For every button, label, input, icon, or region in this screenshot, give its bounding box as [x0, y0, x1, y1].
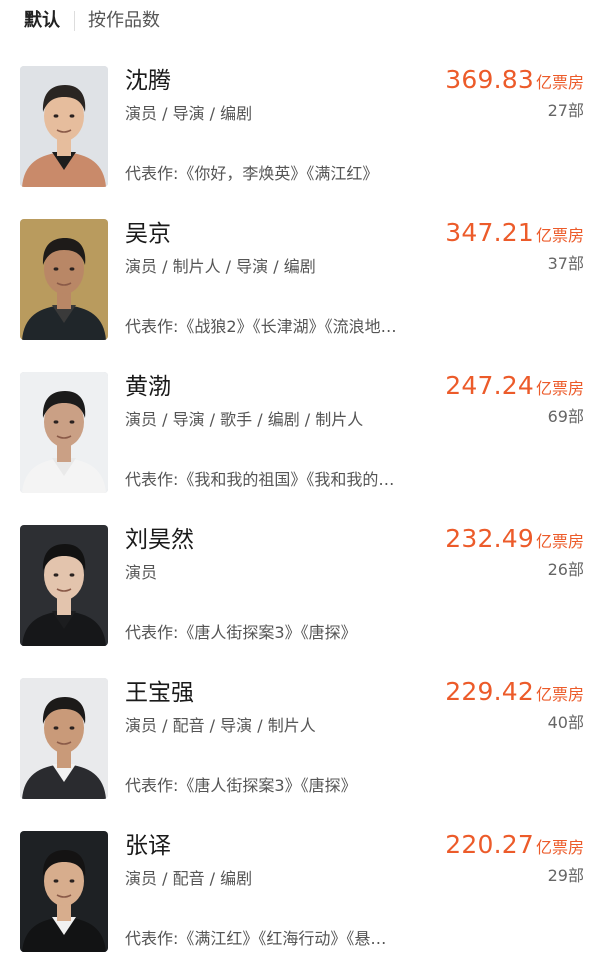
box-office-unit: 亿票房 [535, 532, 584, 551]
film-count: 69部 [547, 407, 584, 426]
portrait-image [20, 219, 108, 340]
person-name: 吴京 [125, 221, 171, 247]
person-avatar[interactable] [20, 372, 108, 493]
box-office-total: 220.27 亿票房 [445, 829, 584, 864]
person-avatar[interactable] [20, 831, 108, 952]
box-office-unit: 亿票房 [535, 226, 584, 245]
box-office-total: 229.42 亿票房 [445, 676, 584, 711]
box-office-unit: 亿票房 [535, 73, 584, 92]
person-representative-works: 代表作:《战狼2》《长津湖》《流浪地球》 [125, 317, 397, 336]
person-representative-works: 代表作:《我和我的祖国》《我和我的家乡》 [125, 470, 397, 489]
tab-divider [74, 11, 75, 31]
box-office-value: 220.27 [445, 830, 534, 859]
box-office-value: 232.49 [445, 524, 534, 553]
person-roles: 演员 / 配音 / 编剧 [125, 869, 253, 888]
portrait-image [20, 372, 108, 493]
person-name: 黄渤 [125, 374, 171, 400]
person-avatar[interactable] [20, 66, 108, 187]
person-representative-works: 代表作:《唐人街探案3》《唐探》 [125, 776, 357, 795]
tab-by-work-count[interactable]: 按作品数 [88, 0, 160, 42]
portrait-image [20, 678, 108, 799]
box-office-total: 247.24 亿票房 [445, 370, 584, 405]
box-office-total: 347.21 亿票房 [445, 217, 584, 252]
person-row-3[interactable]: 黄渤 演员 / 导演 / 歌手 / 编剧 / 制片人 代表作:《我和我的祖国》《… [0, 348, 604, 501]
box-office-unit: 亿票房 [535, 685, 584, 704]
person-representative-works: 代表作:《满江红》《红海行动》《悬崖之上》 [125, 929, 397, 948]
box-office-value: 369.83 [445, 65, 534, 94]
person-name: 张译 [125, 833, 171, 859]
film-count: 37部 [547, 254, 584, 273]
person-roles: 演员 [125, 563, 158, 582]
box-office-value: 347.21 [445, 218, 534, 247]
person-avatar[interactable] [20, 219, 108, 340]
film-count: 27部 [547, 101, 584, 120]
person-representative-works: 代表作:《你好，李焕英》《满江红》 [125, 164, 379, 183]
tab-default[interactable]: 默认 [24, 0, 60, 42]
person-row-4[interactable]: 刘昊然 演员 代表作:《唐人街探案3》《唐探》 232.49 亿票房 26部 [0, 501, 604, 654]
box-office-unit: 亿票房 [535, 838, 584, 857]
box-office-total: 369.83 亿票房 [445, 64, 584, 99]
person-representative-works: 代表作:《唐人街探案3》《唐探》 [125, 623, 357, 642]
person-row-2[interactable]: 吴京 演员 / 制片人 / 导演 / 编剧 代表作:《战狼2》《长津湖》《流浪地… [0, 195, 604, 348]
film-count: 26部 [547, 560, 584, 579]
person-row-5[interactable]: 王宝强 演员 / 配音 / 导演 / 制片人 代表作:《唐人街探案3》《唐探》 … [0, 654, 604, 807]
person-roles: 演员 / 制片人 / 导演 / 编剧 [125, 257, 316, 276]
box-office-value: 247.24 [445, 371, 534, 400]
person-roles: 演员 / 配音 / 导演 / 制片人 [125, 716, 316, 735]
box-office-total: 232.49 亿票房 [445, 523, 584, 558]
person-row-1[interactable]: 沈腾 演员 / 导演 / 编剧 代表作:《你好，李焕英》《满江红》 369.83… [0, 42, 604, 195]
box-office-value: 229.42 [445, 677, 534, 706]
person-name: 王宝强 [125, 680, 194, 706]
box-office-unit: 亿票房 [535, 379, 584, 398]
person-roles: 演员 / 导演 / 编剧 [125, 104, 253, 123]
portrait-image [20, 831, 108, 952]
person-name: 沈腾 [125, 68, 171, 94]
portrait-image [20, 525, 108, 646]
film-count: 40部 [547, 713, 584, 732]
person-roles: 演员 / 导演 / 歌手 / 编剧 / 制片人 [125, 410, 364, 429]
person-row-6[interactable]: 张译 演员 / 配音 / 编剧 代表作:《满江红》《红海行动》《悬崖之上》 22… [0, 807, 604, 960]
film-count: 29部 [547, 866, 584, 885]
sort-tabs: 默认 按作品数 [0, 0, 604, 42]
person-avatar[interactable] [20, 678, 108, 799]
person-name: 刘昊然 [125, 527, 194, 553]
person-avatar[interactable] [20, 525, 108, 646]
portrait-image [20, 66, 108, 187]
